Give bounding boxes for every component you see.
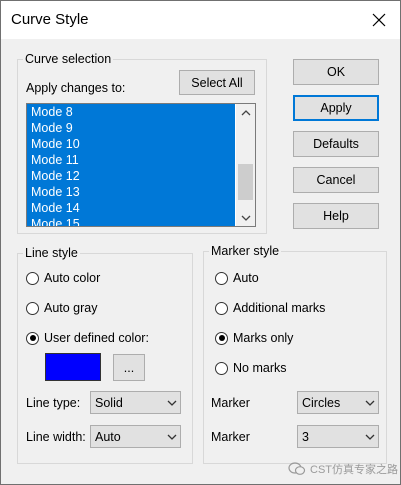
line-width-value: Auto [95, 429, 121, 444]
marker-style-legend: Marker style [211, 244, 280, 258]
wechat-icon [288, 462, 306, 475]
chevron-down-icon [362, 400, 378, 406]
curve-selection-legend: Curve selection [25, 52, 112, 66]
line-type-select[interactable]: Solid [90, 391, 181, 414]
chevron-down-icon [164, 400, 180, 406]
radio-label: No marks [233, 361, 287, 375]
title-bar: Curve Style [1, 1, 400, 39]
marker-size-select[interactable]: 3 [297, 425, 379, 448]
curve-list-items: Mode 8 Mode 9 Mode 10 Mode 11 Mode 12 Mode 13… [27, 104, 235, 226]
radio-circle [215, 361, 228, 375]
marker-shape-label: Marker [211, 396, 250, 410]
ok-button[interactable]: OK [293, 59, 379, 85]
cancel-button[interactable]: Cancel [293, 167, 379, 193]
list-item[interactable]: Mode 15 [27, 216, 235, 226]
scroll-down-button[interactable] [236, 209, 255, 226]
chevron-down-icon [164, 434, 180, 440]
marker-shape-select[interactable]: Circles [297, 391, 379, 414]
list-item[interactable]: Mode 12 [27, 168, 235, 184]
curve-list[interactable]: Mode 8 Mode 9 Mode 10 Mode 11 Mode 12 Mode 13… [26, 103, 256, 227]
radio-circle [26, 271, 39, 285]
marker-shape-value: Circles [302, 395, 341, 410]
list-item[interactable]: Mode 10 [27, 136, 235, 152]
radio-auto-gray[interactable]: Auto gray [26, 301, 98, 315]
list-item[interactable]: Mode 9 [27, 120, 235, 136]
watermark: CST仿真专家之路 [288, 461, 398, 477]
line-type-label: Line type: [26, 396, 81, 410]
help-button[interactable]: Help [293, 203, 379, 229]
line-width-select[interactable]: Auto [90, 425, 181, 448]
radio-user-defined-color[interactable]: User defined color: [26, 331, 149, 345]
radio-additional-marks[interactable]: Additional marks [215, 301, 325, 315]
radio-label: Marks only [233, 331, 294, 345]
radio-label: Auto [233, 271, 259, 285]
list-item[interactable]: Mode 13 [27, 184, 235, 200]
radio-auto-color[interactable]: Auto color [26, 271, 100, 285]
select-all-button[interactable]: Select All [179, 70, 255, 95]
radio-label: Auto gray [44, 301, 98, 315]
close-button[interactable] [363, 5, 395, 35]
radio-circle [215, 301, 228, 315]
radio-circle-checked [215, 331, 228, 345]
apply-changes-label: Apply changes to: [26, 81, 126, 95]
list-item[interactable]: Mode 8 [27, 104, 235, 120]
chevron-down-icon [241, 215, 250, 221]
list-item[interactable]: Mode 14 [27, 200, 235, 216]
line-width-label: Line width: [26, 430, 86, 444]
line-style-legend: Line style [25, 246, 78, 260]
scroll-up-button[interactable] [236, 104, 255, 121]
radio-label: Auto color [44, 271, 101, 285]
radio-circle [26, 301, 39, 315]
radio-label: Additional marks [233, 301, 326, 315]
color-browse-button[interactable]: ... [113, 354, 145, 381]
close-icon [372, 13, 386, 27]
color-swatch[interactable] [45, 353, 101, 381]
radio-no-marks[interactable]: No marks [215, 361, 286, 375]
radio-circle-checked [26, 331, 39, 345]
list-scrollbar[interactable] [236, 104, 255, 226]
radio-circle [215, 271, 228, 285]
list-item[interactable]: Mode 11 [27, 152, 235, 168]
marker-size-value: 3 [302, 429, 309, 444]
dialog-title: Curve Style [11, 11, 89, 28]
chevron-up-icon [241, 109, 250, 115]
radio-marker-auto[interactable]: Auto [215, 271, 259, 285]
chevron-down-icon [362, 434, 378, 440]
marker-size-label: Marker [211, 430, 250, 444]
defaults-button[interactable]: Defaults [293, 131, 379, 157]
radio-marks-only[interactable]: Marks only [215, 331, 293, 345]
line-type-value: Solid [95, 395, 123, 410]
radio-label: User defined color: [44, 331, 149, 345]
scroll-thumb[interactable] [238, 164, 253, 200]
watermark-text: CST仿真专家之路 [310, 464, 398, 476]
apply-button[interactable]: Apply [293, 95, 379, 121]
